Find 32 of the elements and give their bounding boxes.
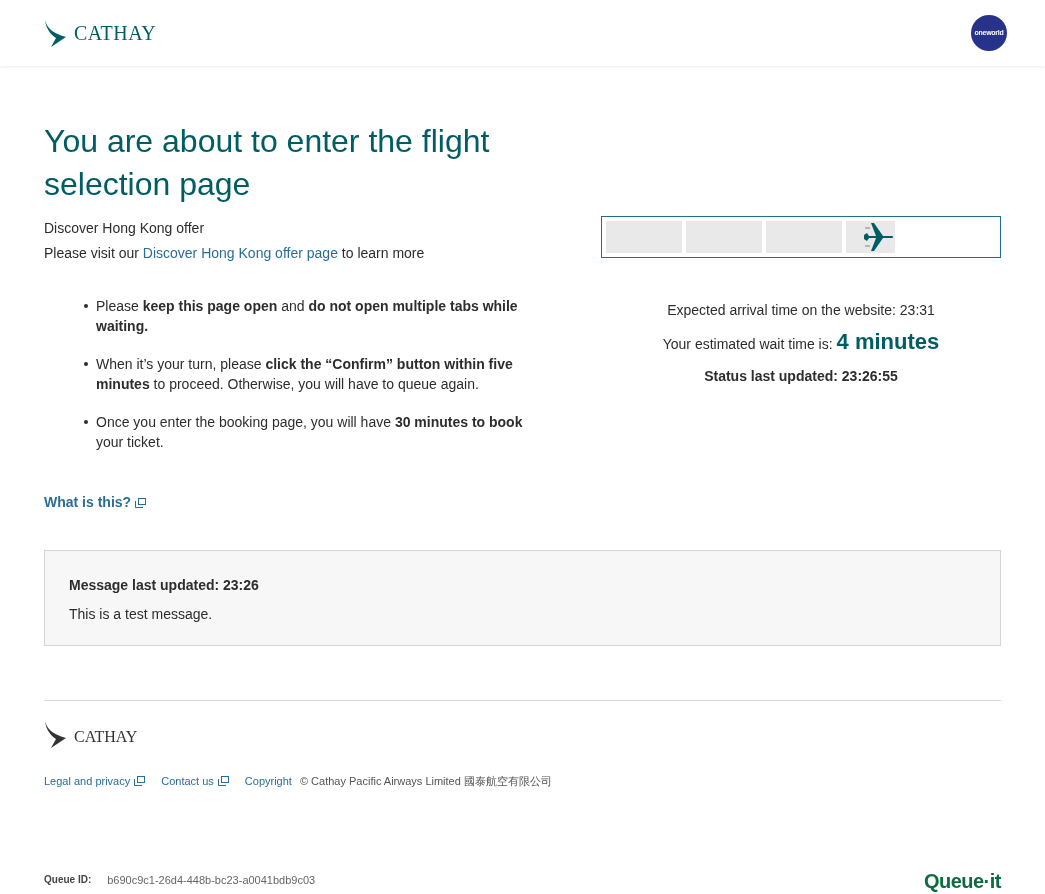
help-link[interactable]: What is this? [44,492,147,513]
footer-link[interactable]: Contact us [161,773,229,790]
logo-text: CATHAY [74,21,157,46]
offer-text: Please visit our Discover Hong Kong offer page to learn more [44,244,426,263]
footer-link[interactable]: Copyright [244,773,292,790]
message-heading: Message last updated: 23:26 [69,576,260,595]
instruction-text: Please keep this page open and do not open multiple tabs while waiting. [96,297,519,336]
queue-it-logo: Queue·it [923,868,1001,894]
external-link-icon [134,776,146,787]
wait-time: 4 minutes [836,328,940,356]
footer-logo-text: CATHAY [74,727,138,747]
copyright-text: © Cathay Pacific Airways Limited 國泰航空有限公司 [299,774,552,789]
bullet-icon [84,304,88,308]
queue-id-label: Queue ID: [44,873,92,888]
airplane-icon [862,221,895,253]
expected-arrival: Expected arrival time on the website: 23:31 [667,301,935,320]
queue-id: b690c9c1-26d4-448b-bc23-a0041bdb9c03 [107,873,316,889]
instruction-text: When it’s your turn, please click the “Confirm” button within five minutes to proceed. Otherwise, you will have to queue again. [96,355,514,394]
offer-link[interactable]: Discover Hong Kong offer page [142,245,338,261]
footer-logo-icon [44,721,66,749]
offer-heading: Discover Hong Kong offer [44,219,206,238]
footer-link[interactable]: Legal and privacy [44,773,146,790]
logo-icon [44,20,66,48]
wait-label: Your estimated wait time is: [662,335,833,354]
external-link-icon [135,497,147,508]
bullet-icon [84,362,88,366]
status-updated: Status last updated: 23:26:55 [704,367,898,386]
page-title: You are about to enter the flight selection page [44,122,491,204]
external-link-icon [217,776,229,787]
instruction-text: Once you enter the booking page, you will have 30 minutes to book your ticket. [96,413,524,452]
message-text: This is a test message. [69,605,214,624]
bullet-icon [84,420,88,424]
